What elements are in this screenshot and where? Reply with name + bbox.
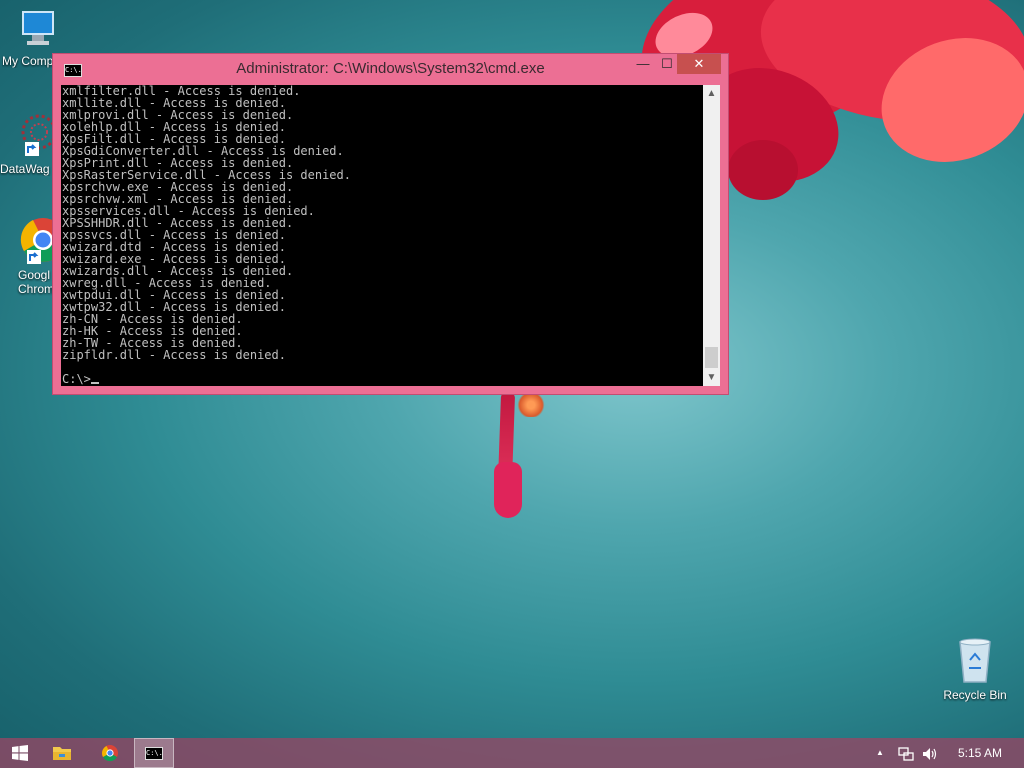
clock[interactable]: 5:15 AM [958, 738, 1002, 768]
console-line: zipfldr.dll - Access is denied. [62, 348, 286, 362]
start-button[interactable] [0, 738, 40, 768]
command-prompt[interactable]: C:\> [62, 373, 99, 385]
desktop-icon-recycle-bin[interactable]: Recycle Bin [938, 636, 1012, 702]
show-hidden-icons-chevron-icon[interactable]: ▲ [876, 738, 884, 768]
taskbar-cmd[interactable]: C:\. [134, 738, 174, 768]
console-output[interactable]: xmlfilter.dll - Access is denied. xmllite… [61, 85, 703, 386]
scrollbar-thumb[interactable] [705, 347, 718, 368]
vertical-scrollbar[interactable]: ▲ ▼ [703, 85, 720, 386]
title-bar[interactable]: C:\. Administrator: C:\Windows\System32\… [53, 54, 728, 84]
windows-start-icon [12, 745, 28, 761]
recycle-bin-icon [955, 636, 995, 686]
desktop-icon-label: Recycle Bin [943, 688, 1007, 702]
taskbar-file-explorer[interactable] [42, 738, 82, 768]
close-button[interactable]: ✕ [677, 54, 721, 74]
taskbar: C:\. ▲ 5:15 AM [0, 738, 1024, 768]
scroll-down-arrow-icon[interactable]: ▼ [703, 369, 720, 386]
prompt-text: C:\> [62, 372, 91, 386]
chrome-icon [102, 745, 118, 762]
text-cursor [90, 382, 99, 384]
computer-icon [17, 8, 61, 52]
volume-icon[interactable] [922, 738, 938, 768]
file-explorer-icon [53, 747, 71, 760]
cmd-icon: C:\. [145, 746, 163, 760]
maximize-button[interactable]: ☐ [655, 54, 679, 74]
minimize-button[interactable]: — [631, 54, 655, 74]
scroll-up-arrow-icon[interactable]: ▲ [703, 85, 720, 102]
window-title: Administrator: C:\Windows\System32\cmd.e… [236, 60, 545, 77]
cmd-window[interactable]: C:\. Administrator: C:\Windows\System32\… [52, 53, 729, 395]
network-icon[interactable] [898, 738, 914, 768]
taskbar-chrome[interactable] [90, 738, 130, 768]
